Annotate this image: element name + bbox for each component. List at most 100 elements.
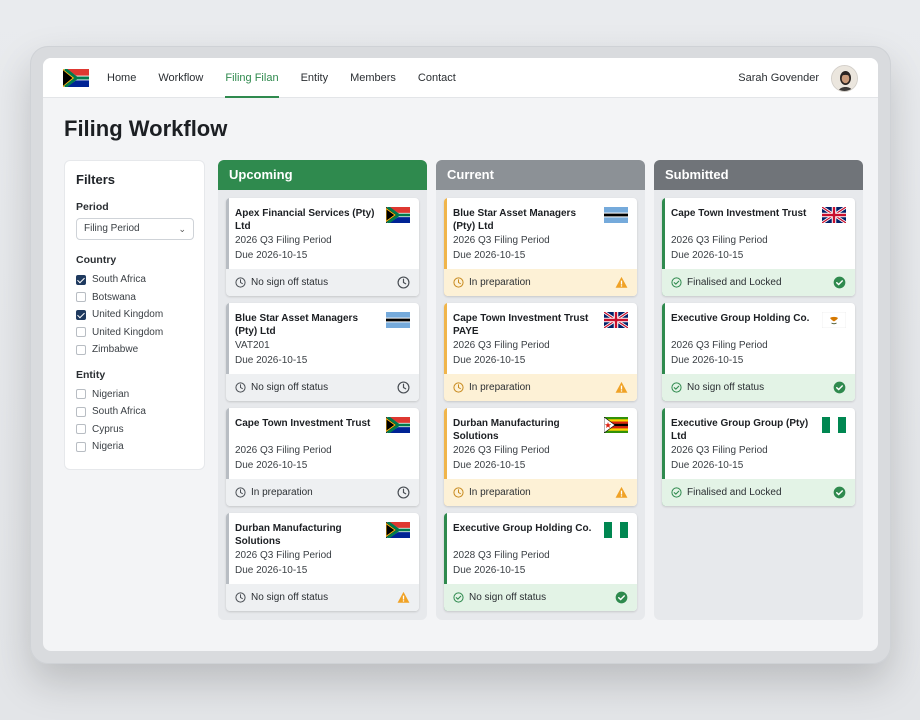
status-text: Finalised and Locked <box>687 487 782 498</box>
warning-icon <box>615 486 628 499</box>
entity-option[interactable]: Cyprus <box>76 421 193 439</box>
due-date: Due 2026-10-15 <box>235 565 308 576</box>
filing-period: 2026 Q3 Filing Period <box>235 235 332 246</box>
checkbox[interactable] <box>76 406 86 417</box>
filing-card[interactable]: Cape Town Investment Trust 2026 Q3 Filing… <box>226 408 419 506</box>
filing-card[interactable]: Executive Group Group (Pty) Ltd 2026 Q3 F… <box>662 408 855 506</box>
clock-icon <box>235 592 246 603</box>
check-circle-icon <box>453 592 464 603</box>
clock-icon <box>235 277 246 288</box>
status-text: No sign off status <box>251 277 329 288</box>
country-option-label: United Kingdom <box>92 309 164 321</box>
clock-icon <box>397 276 410 289</box>
country-option[interactable]: United Kingdom <box>76 324 193 342</box>
status-bar: No sign off status <box>226 584 419 611</box>
filing-period: VAT201 <box>235 340 270 351</box>
check-icon <box>833 486 846 499</box>
filing-period: 2026 Q3 Filing Period <box>671 235 768 246</box>
status-bar: In preparation <box>444 479 637 506</box>
entity-option[interactable]: Nigeria <box>76 438 193 456</box>
entity-option[interactable]: Nigerian <box>76 386 193 404</box>
filing-card[interactable]: Blue Star Asset Managers (Pty) Ltd VAT201… <box>226 303 419 401</box>
entity-name: Durban Manufacturing Solutions <box>453 418 560 442</box>
due-date: Due 2026-10-15 <box>453 250 526 261</box>
filing-card[interactable]: Cape Town Investment Trust 2026 Q3 Filing… <box>662 198 855 296</box>
filing-period: 2026 Q3 Filing Period <box>671 445 768 456</box>
filing-period: 2026 Q3 Filing Period <box>453 340 550 351</box>
due-date: Due 2026-10-15 <box>235 460 308 471</box>
clock-icon <box>397 486 410 499</box>
checkbox[interactable] <box>76 309 86 320</box>
nav-contact[interactable]: Contact <box>418 58 456 98</box>
column-submitted: Submitted Cape Town Investment Trust 2026 … <box>654 160 863 620</box>
south-africa-flag-icon <box>385 415 411 435</box>
filing-card[interactable]: Blue Star Asset Managers (Pty) Ltd 2026 Q… <box>444 198 637 296</box>
entity-option[interactable]: South Africa <box>76 403 193 421</box>
country-option[interactable]: Zimbabwe <box>76 341 193 359</box>
status-bar: In preparation <box>444 374 637 401</box>
status-bar: In preparation <box>226 479 419 506</box>
checkbox[interactable] <box>76 424 86 435</box>
entity-name: Executive Group Holding Co. <box>671 313 810 324</box>
botswana-flag-icon <box>604 207 628 223</box>
clock-icon <box>235 487 246 498</box>
clock-icon <box>453 487 464 498</box>
country-option-label: United Kingdom <box>92 326 164 338</box>
entity-name: Cape Town Investment Trust <box>671 208 807 219</box>
zimbabwe-flag-icon <box>603 416 628 434</box>
country-option-label: South Africa <box>92 274 146 286</box>
filing-card[interactable]: Cape Town Investment Trust PAYE 2026 Q3 F… <box>444 303 637 401</box>
south-africa-flag-logo[interactable] <box>62 66 90 89</box>
checkbox[interactable] <box>76 327 86 338</box>
checkbox[interactable] <box>76 441 86 452</box>
clock-icon <box>397 381 410 394</box>
south-africa-flag-icon <box>385 520 411 540</box>
filing-card[interactable]: Executive Group Holding Co. 2026 Q3 Filin… <box>662 303 855 401</box>
entity-name: Cape Town Investment Trust PAYE <box>453 313 589 337</box>
nav-workflow[interactable]: Workflow <box>158 58 203 98</box>
check-circle-icon <box>671 487 682 498</box>
filing-period: 2026 Q3 Filing Period <box>453 445 550 456</box>
chevron-down-icon: ⌄ <box>178 224 186 234</box>
checkbox[interactable] <box>76 292 86 303</box>
entity-name: Blue Star Asset Managers (Pty) Ltd <box>453 208 577 232</box>
country-label: Country <box>76 254 117 266</box>
country-option[interactable]: South Africa <box>76 271 193 289</box>
checkbox[interactable] <box>76 389 86 400</box>
status-text: In preparation <box>469 277 531 288</box>
filing-card[interactable]: Durban Manufacturing Solutions 2026 Q3 Fi… <box>444 408 637 506</box>
filing-period: 2026 Q3 Filing Period <box>453 235 550 246</box>
botswana-flag-icon <box>386 312 410 328</box>
entity-option-label: Nigeria <box>92 441 124 453</box>
avatar[interactable] <box>831 64 858 92</box>
app-screen: Home Workflow Filing Filan Entity Member… <box>43 58 878 651</box>
status-bar: No sign off status <box>444 584 637 611</box>
nav-members[interactable]: Members <box>350 58 396 98</box>
filing-card[interactable]: Executive Group Holding Co. 2028 Q3 Filin… <box>444 513 637 611</box>
checkbox[interactable] <box>76 344 86 355</box>
status-bar: No sign off status <box>226 269 419 296</box>
united-kingdom-flag-icon <box>821 205 847 225</box>
status-text: Finalised and Locked <box>687 277 782 288</box>
filing-period: 2026 Q3 Filing Period <box>235 445 332 456</box>
filing-card[interactable]: Durban Manufacturing Solutions 2026 Q3 Fi… <box>226 513 419 611</box>
status-bar: In preparation <box>444 269 637 296</box>
filing-card[interactable]: Apex Financial Services (Pty) Ltd 2026 Q3… <box>226 198 419 296</box>
south-africa-flag-icon <box>385 205 411 225</box>
nav-filing-filan[interactable]: Filing Filan <box>225 58 279 98</box>
country-option[interactable]: United Kingdom <box>76 306 193 324</box>
clock-icon <box>235 382 246 393</box>
filters-panel: Filters Period Filing Period ⌄ Country S… <box>64 160 205 470</box>
period-select-value: Filing Period <box>84 223 140 234</box>
check-circle-icon <box>671 382 682 393</box>
entity-name: Durban Manufacturing Solutions <box>235 523 342 547</box>
user-menu[interactable]: Sarah Govender <box>738 58 858 98</box>
country-option[interactable]: Botswana <box>76 289 193 307</box>
nav-home[interactable]: Home <box>107 58 136 98</box>
due-date: Due 2026-10-15 <box>671 250 744 261</box>
nav-entity[interactable]: Entity <box>301 58 329 98</box>
period-select[interactable]: Filing Period ⌄ <box>76 218 194 240</box>
status-text: In preparation <box>469 382 531 393</box>
status-bar: No sign off status <box>226 374 419 401</box>
checkbox[interactable] <box>76 274 86 285</box>
